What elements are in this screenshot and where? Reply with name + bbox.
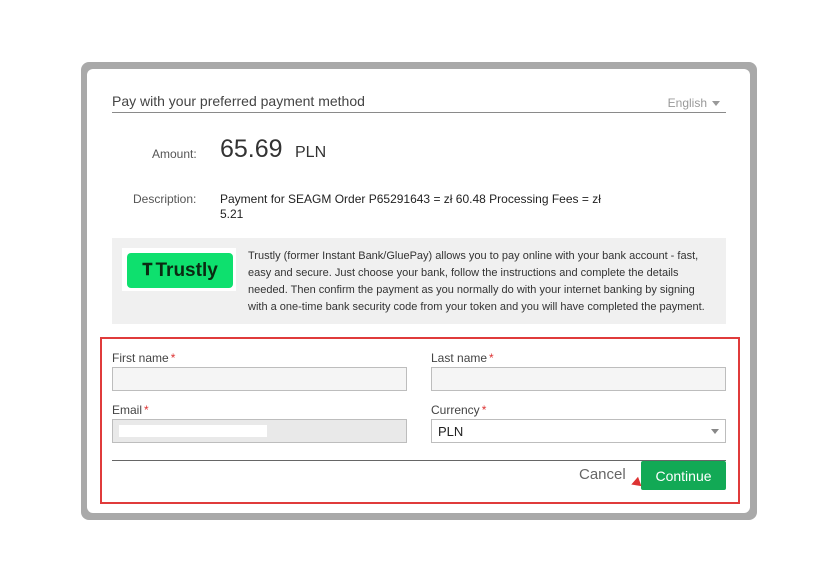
language-selector[interactable]: English bbox=[668, 96, 720, 110]
dialog-header: Pay with your preferred payment method E… bbox=[112, 86, 726, 113]
first-name-label: First name * bbox=[112, 351, 176, 365]
amount-label: Amount: bbox=[152, 147, 197, 161]
description-label: Description: bbox=[133, 192, 197, 206]
currency-select[interactable]: PLN bbox=[431, 419, 726, 443]
required-mark: * bbox=[489, 351, 494, 365]
chevron-down-icon bbox=[711, 429, 719, 434]
form-divider bbox=[112, 460, 726, 461]
trustly-mark-icon: 𝐓 bbox=[142, 261, 153, 279]
last-name-label: Last name * bbox=[431, 351, 494, 365]
amount-value: 65.69 bbox=[220, 135, 283, 163]
email-redacted-value bbox=[119, 425, 267, 437]
language-label: English bbox=[667, 96, 707, 110]
required-mark: * bbox=[144, 403, 149, 417]
provider-info: Trustly (former Instant Bank/GluePay) al… bbox=[112, 238, 726, 324]
page-title: Pay with your preferred payment method bbox=[112, 93, 365, 109]
continue-button[interactable]: Continue bbox=[641, 461, 726, 490]
required-mark: * bbox=[170, 351, 176, 365]
last-name-input[interactable] bbox=[431, 367, 726, 391]
amount-currency: PLN bbox=[295, 144, 327, 161]
trustly-logo: 𝐓 Trustly bbox=[127, 253, 233, 288]
chevron-down-icon bbox=[712, 101, 720, 106]
provider-description: Trustly (former Instant Bank/GluePay) al… bbox=[248, 250, 705, 313]
provider-logo-card: 𝐓 Trustly bbox=[122, 248, 236, 291]
currency-label: Currency * bbox=[431, 403, 487, 417]
email-label: Email * bbox=[112, 403, 149, 417]
cancel-button[interactable]: Cancel bbox=[579, 466, 626, 483]
first-name-input[interactable] bbox=[112, 367, 407, 391]
currency-select-value: PLN bbox=[438, 424, 464, 439]
required-mark: * bbox=[481, 403, 487, 417]
description-text: Payment for SEAGM Order P65291643 = zł 6… bbox=[220, 192, 601, 221]
email-input[interactable] bbox=[112, 419, 407, 443]
trustly-logo-text: Trustly bbox=[155, 259, 218, 281]
